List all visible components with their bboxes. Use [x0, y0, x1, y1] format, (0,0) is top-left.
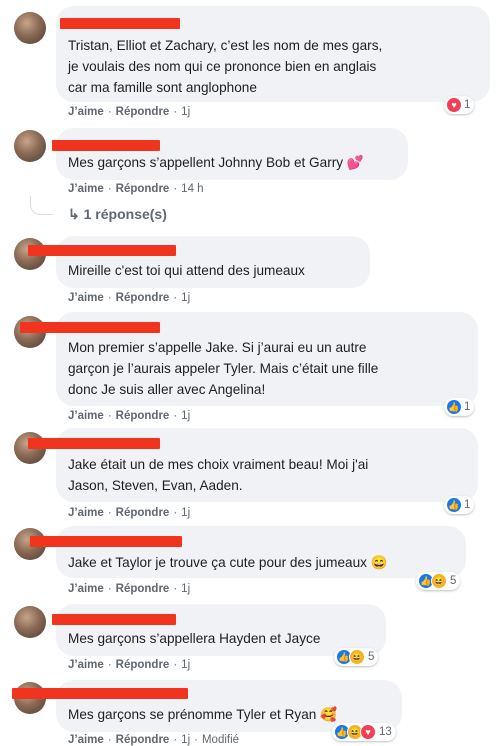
- like-link[interactable]: J’aime: [68, 734, 104, 746]
- reaction-count: 1: [464, 401, 471, 413]
- reaction-summary[interactable]: 👍 1: [444, 496, 475, 514]
- comment-actions: J’aime · Répondre · 1j: [68, 292, 191, 304]
- avatar[interactable]: [14, 606, 46, 638]
- comment-text: Mireille c'est toi qui attend des jumeau…: [68, 263, 305, 278]
- timestamp[interactable]: 1j: [181, 410, 190, 422]
- haha-icon: 😆: [431, 573, 447, 589]
- comment-actions: J’aime · Répondre · 1j: [68, 507, 191, 519]
- reply-link[interactable]: Répondre: [116, 292, 170, 304]
- redacted-author-name: [20, 322, 160, 333]
- edited-label: Modifié: [201, 734, 240, 746]
- reply-link[interactable]: Répondre: [116, 106, 170, 118]
- reaction-count: 13: [379, 726, 392, 738]
- redacted-author-name: [60, 18, 180, 29]
- reaction-count: 5: [450, 575, 457, 587]
- reaction-count: 1: [464, 499, 471, 511]
- timestamp[interactable]: 1j: [181, 106, 190, 118]
- like-link[interactable]: J’aime: [68, 507, 104, 519]
- reaction-count: 1: [464, 99, 471, 111]
- thread-connector: [30, 196, 53, 215]
- reply-link[interactable]: Répondre: [116, 183, 170, 195]
- redacted-author-name: [30, 536, 182, 547]
- reply-link[interactable]: Répondre: [116, 734, 170, 746]
- redacted-author-name: [28, 245, 176, 256]
- comment-actions: J’aime · Répondre · 1j: [68, 106, 191, 118]
- reply-link[interactable]: Répondre: [116, 507, 170, 519]
- avatar[interactable]: [14, 130, 46, 162]
- comment-text: Jake était un de mes choix vraiment beau…: [68, 457, 369, 493]
- like-icon: 👍: [446, 399, 462, 415]
- reply-link[interactable]: Répondre: [116, 410, 170, 422]
- view-replies-label: 1 réponse(s): [83, 206, 167, 222]
- comment-text: Mes garçons s’appellera Hayden et Jayce: [68, 631, 321, 646]
- like-icon: 👍: [446, 497, 462, 513]
- redacted-author-name: [52, 140, 160, 151]
- reaction-summary[interactable]: 👍 😆 5: [416, 572, 461, 590]
- like-link[interactable]: J’aime: [68, 292, 104, 304]
- like-link[interactable]: J’aime: [68, 183, 104, 195]
- reaction-summary[interactable]: 👍 😆 ♥ 13: [332, 723, 396, 741]
- timestamp[interactable]: 1j: [181, 659, 190, 671]
- timestamp[interactable]: 1j: [181, 507, 190, 519]
- reply-arrow-icon: ↳: [68, 206, 80, 222]
- reaction-summary[interactable]: 👍 1: [444, 398, 475, 416]
- comment-actions: J’aime · Répondre · 1j: [68, 410, 191, 422]
- timestamp[interactable]: 14 h: [181, 183, 203, 195]
- timestamp[interactable]: 1j: [181, 292, 190, 304]
- comment-actions: J’aime · Répondre · 14 h: [68, 183, 204, 195]
- redacted-author-name: [28, 438, 160, 449]
- haha-icon: 😆: [349, 649, 365, 665]
- reaction-count: 5: [368, 651, 375, 663]
- like-link[interactable]: J’aime: [68, 659, 104, 671]
- avatar[interactable]: [14, 12, 46, 44]
- like-link[interactable]: J’aime: [68, 410, 104, 422]
- comment-actions: J’aime · Répondre · 1j: [68, 583, 191, 595]
- redacted-author-name: [12, 688, 188, 699]
- timestamp[interactable]: 1j: [181, 734, 190, 746]
- comment-actions: J’aime · Répondre · 1j: [68, 659, 191, 671]
- comment-actions: J’aime · Répondre · 1j · Modifié: [68, 734, 240, 746]
- reaction-summary[interactable]: 👍 😆 5: [334, 648, 379, 666]
- love-icon: ♥: [360, 724, 376, 740]
- timestamp[interactable]: 1j: [181, 583, 190, 595]
- redacted-author-name: [52, 614, 176, 625]
- comment-text: Tristan, Elliot et Zachary, c’est les no…: [68, 38, 383, 95]
- reply-link[interactable]: Répondre: [116, 659, 170, 671]
- reply-link[interactable]: Répondre: [116, 583, 170, 595]
- view-replies-link[interactable]: ↳ 1 réponse(s): [68, 206, 167, 223]
- love-icon: ♥: [446, 97, 462, 113]
- comment-text: Mes garçons s’appellent Johnny Bob et Ga…: [68, 155, 364, 170]
- comment-text: Mes garçons se prénomme Tyler et Ryan 🥰: [68, 707, 338, 722]
- like-link[interactable]: J’aime: [68, 106, 104, 118]
- comment-text: Jake et Taylor je trouve ça cute pour de…: [68, 555, 388, 570]
- reaction-summary[interactable]: ♥ 1: [444, 96, 475, 114]
- like-link[interactable]: J’aime: [68, 583, 104, 595]
- comment-text: Mon premier s’appelle Jake. Si j’aurai e…: [68, 340, 379, 397]
